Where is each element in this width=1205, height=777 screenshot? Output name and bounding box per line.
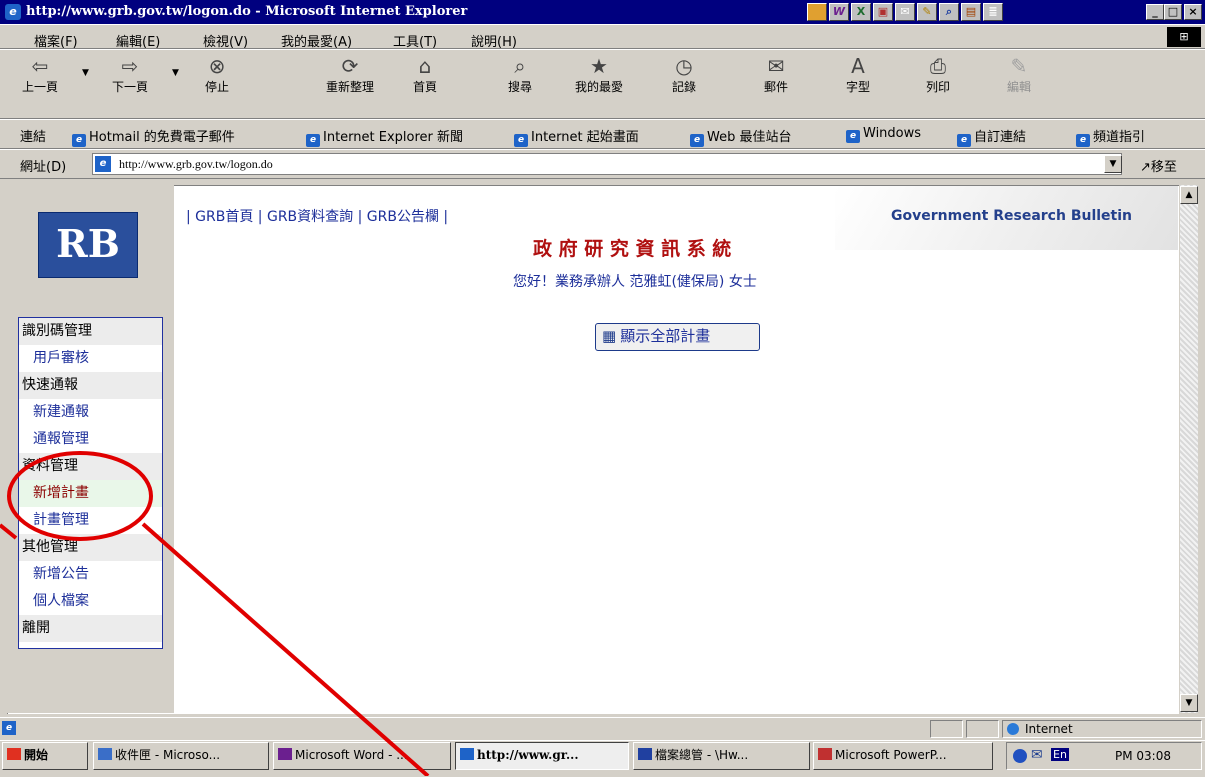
annotation-tail bbox=[0, 523, 18, 540]
pointer-line bbox=[141, 522, 430, 776]
highlight-circle bbox=[7, 451, 153, 541]
red-annotation-overlay bbox=[0, 451, 430, 776]
